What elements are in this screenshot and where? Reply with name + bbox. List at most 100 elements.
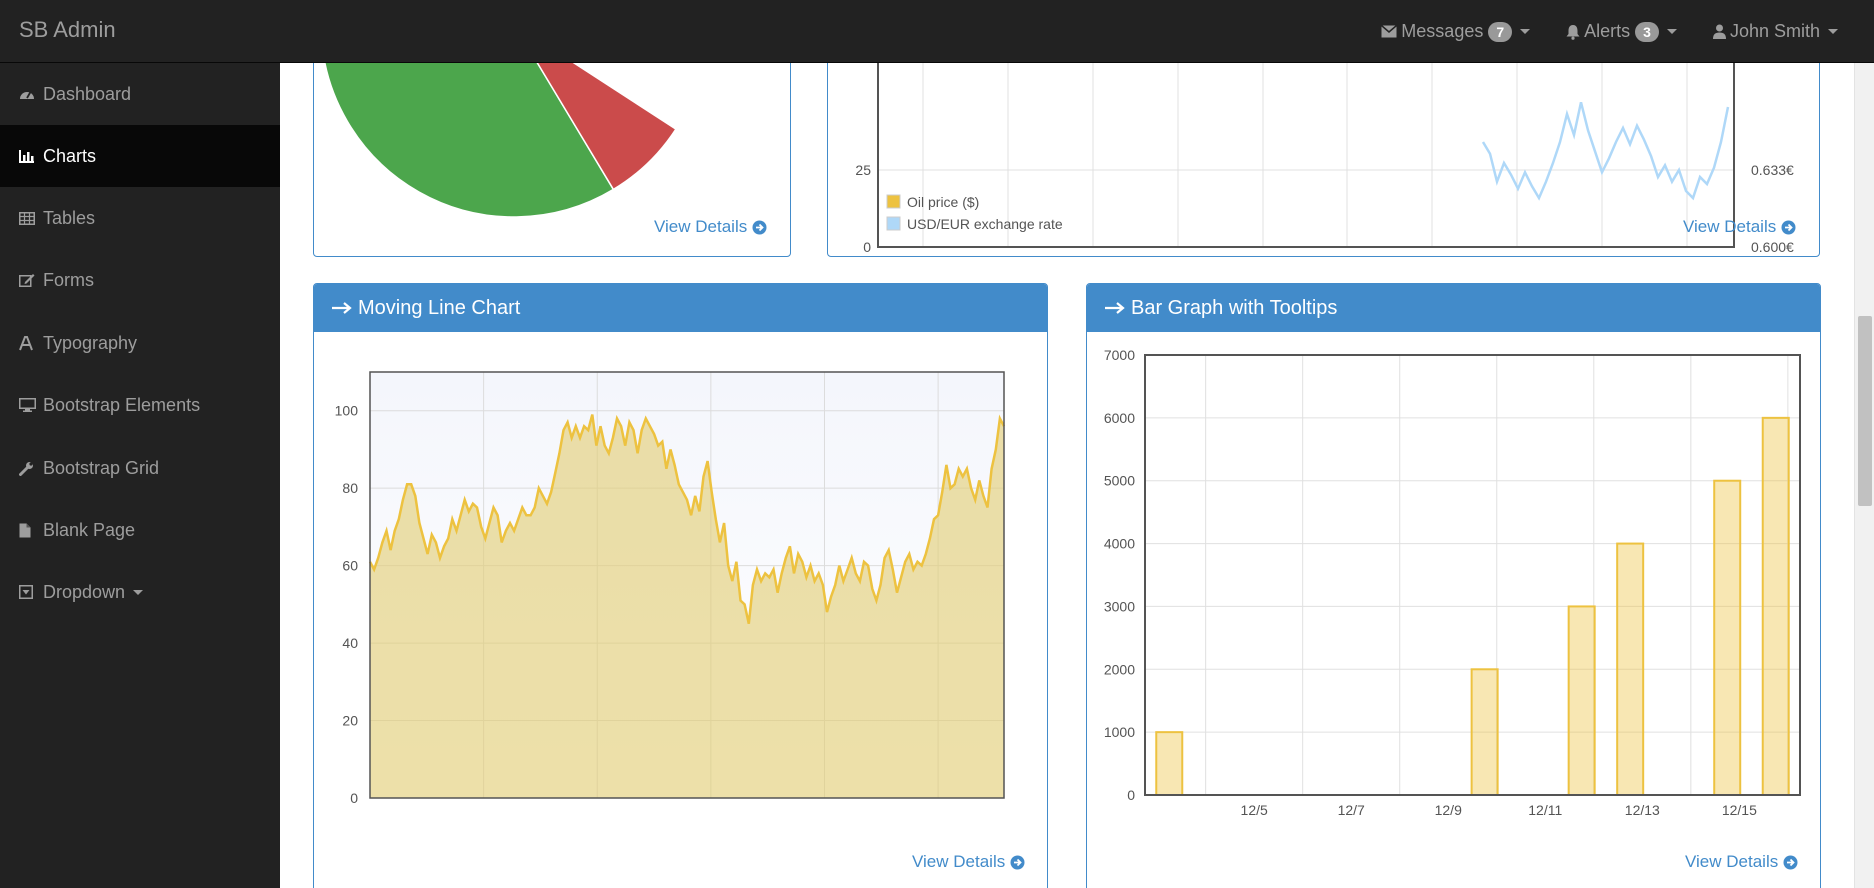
- panel-title: Bar Graph with Tooltips: [1131, 296, 1338, 319]
- sidebar-item-bootstrap-grid[interactable]: Bootstrap Grid: [0, 437, 280, 499]
- panel-title: Moving Line Chart: [358, 296, 521, 319]
- sidebar-item-label: Typography: [43, 332, 138, 353]
- desktop-icon: [19, 398, 39, 412]
- dashboard-icon: [19, 87, 39, 101]
- long-arrow-right-icon: [332, 302, 352, 314]
- font-icon: [19, 335, 39, 351]
- view-details-label: View Details: [1685, 852, 1779, 871]
- y-tick-label: 100: [335, 403, 359, 419]
- y2-tick-label: 0.600€: [1751, 239, 1794, 255]
- x-tick-label: 12/15: [1722, 802, 1757, 818]
- top-nav-right: Messages 7 Alerts 3 John Smith: [1345, 0, 1838, 63]
- sidebar-item-label: Tables: [43, 207, 96, 228]
- y-tick-label: 3000: [1104, 598, 1135, 614]
- multiple-axes-chart: Feb 2007Apr 2007Jun 2007Aug 2007Oct 2007…: [855, 63, 1794, 255]
- caret-square-icon: [19, 585, 39, 599]
- sidebar-item-typography[interactable]: Typography: [0, 312, 280, 374]
- x-tick-label: 12/5: [1241, 802, 1268, 818]
- view-details-link[interactable]: View Details: [912, 852, 1025, 872]
- file-icon: [19, 523, 39, 538]
- sidebar-item-label: Dashboard: [43, 83, 132, 104]
- x-tick-label: 12/9: [1435, 802, 1462, 818]
- main-content: View Details Feb 2007Apr 2007Jun 2007Aug…: [280, 63, 1854, 888]
- y-tick-label: 1000: [1104, 724, 1135, 740]
- x-tick-label: 12/13: [1625, 802, 1660, 818]
- bar: [1761, 416, 1790, 796]
- y-tick-label: 6000: [1104, 410, 1135, 426]
- bar: [1567, 605, 1596, 796]
- alerts-dropdown[interactable]: Alerts 3: [1566, 21, 1677, 42]
- x-tick-label: 12/11: [1528, 802, 1562, 818]
- view-details-label: View Details: [912, 852, 1006, 871]
- sidebar-item-label: Charts: [43, 145, 97, 166]
- sidebar-item-forms[interactable]: Forms: [0, 249, 280, 311]
- y-tick-label: 0: [350, 790, 358, 806]
- user-dropdown[interactable]: John Smith: [1712, 21, 1838, 42]
- sidebar-item-dashboard[interactable]: Dashboard: [0, 63, 280, 125]
- messages-dropdown[interactable]: Messages 7: [1381, 21, 1531, 42]
- view-details-link[interactable]: View Details: [1685, 852, 1798, 872]
- y-tick-label: 4000: [1104, 536, 1135, 552]
- scrollbar-thumb[interactable]: [1858, 316, 1872, 506]
- arrow-circle-right-icon: [752, 220, 767, 235]
- sidebar-item-dropdown[interactable]: Dropdown: [0, 561, 280, 623]
- legend-label: Oil price ($): [907, 194, 979, 210]
- legend-swatch: [886, 216, 901, 231]
- view-details-link[interactable]: View Details: [1683, 217, 1796, 237]
- chevron-down-icon: [1666, 29, 1677, 34]
- view-details-link[interactable]: View Details: [654, 217, 767, 237]
- brand-logo[interactable]: SB Admin: [19, 17, 116, 43]
- sidebar: Dashboard Charts Tables Forms Typography…: [0, 63, 280, 888]
- moving-line-chart: 0 20 40 60 80 100: [335, 371, 1006, 806]
- long-arrow-right-icon: [1105, 302, 1125, 314]
- panel-heading: Bar Graph with Tooltips: [1087, 284, 1820, 332]
- edit-icon: [19, 273, 39, 287]
- top-navbar: SB Admin Messages 7 Alerts 3 John Smith: [0, 0, 1874, 63]
- alerts-badge: 3: [1635, 21, 1659, 42]
- chevron-down-icon: [133, 589, 144, 595]
- y-tick-label: 0: [863, 239, 871, 255]
- chevron-down-icon: [1520, 29, 1531, 34]
- y-tick-label: 25: [855, 162, 871, 178]
- arrow-circle-right-icon: [1010, 855, 1025, 870]
- y-tick-label: 20: [342, 713, 358, 729]
- sidebar-item-label: Dropdown: [43, 581, 126, 602]
- multiple-axes-panel: Feb 2007Apr 2007Jun 2007Aug 2007Oct 2007…: [827, 63, 1820, 257]
- view-details-label: View Details: [654, 217, 748, 236]
- bar: [1713, 479, 1742, 796]
- wrench-icon: [19, 461, 39, 476]
- sidebar-item-label: Forms: [43, 269, 94, 290]
- panel-heading: Moving Line Chart: [314, 284, 1047, 332]
- chevron-down-icon: [1828, 29, 1838, 34]
- y-tick-label: 7000: [1104, 347, 1135, 363]
- sidebar-item-bootstrap-elements[interactable]: Bootstrap Elements: [0, 374, 280, 436]
- page-scrollbar[interactable]: [1854, 63, 1874, 888]
- exchange-rate-line: [1481, 101, 1730, 201]
- arrow-circle-right-icon: [1781, 220, 1796, 235]
- sidebar-item-label: Blank Page: [43, 519, 136, 540]
- sidebar-item-blank-page[interactable]: Blank Page: [0, 499, 280, 561]
- bar-graph-panel: Bar Graph with Tooltips 0 1000 2000 3000 400…: [1086, 283, 1821, 888]
- y2-tick-label: 0.633€: [1751, 162, 1794, 178]
- sidebar-item-tables[interactable]: Tables: [0, 187, 280, 249]
- sidebar-item-charts[interactable]: Charts: [0, 125, 280, 187]
- legend-label: USD/EUR exchange rate: [907, 216, 1063, 232]
- bar: [1616, 542, 1645, 796]
- messages-badge: 7: [1488, 21, 1513, 42]
- y-tick-label: 60: [342, 558, 358, 574]
- y-tick-label: 80: [342, 480, 358, 496]
- bell-icon: [1566, 24, 1584, 40]
- y-tick-label: 5000: [1104, 473, 1135, 489]
- bar-chart-icon: [19, 149, 39, 163]
- envelope-icon: [1381, 25, 1401, 38]
- bar-graph-chart: 0 1000 2000 3000 4000 5000 6000 7000 12/5 12/7 12/…: [1104, 347, 1801, 818]
- user-icon: [1712, 24, 1730, 39]
- y-tick-label: 2000: [1104, 661, 1135, 677]
- alerts-label: Alerts: [1584, 21, 1631, 41]
- bar: [1155, 731, 1184, 796]
- x-tick-label: 12/7: [1338, 802, 1365, 818]
- user-name: John Smith: [1729, 21, 1820, 41]
- sidebar-item-label: Bootstrap Grid: [43, 457, 160, 478]
- sidebar-item-label: Bootstrap Elements: [43, 394, 201, 415]
- arrow-circle-right-icon: [1783, 855, 1798, 870]
